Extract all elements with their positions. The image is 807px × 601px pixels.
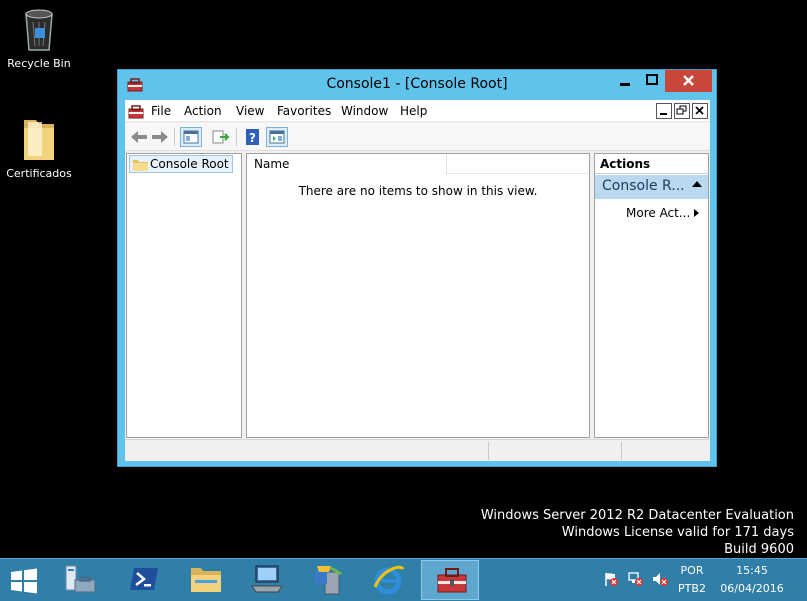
taskbar: POR PTB2 15:45 06/04/2016 [0, 558, 807, 601]
powershell-icon [130, 568, 158, 590]
sql-setup-icon [315, 566, 342, 595]
window-client-area: File Action View Favorites Window Help ?… [125, 100, 710, 461]
taskbar-powershell[interactable] [115, 560, 173, 600]
forward-arrow-icon [152, 131, 168, 143]
submenu-arrow-icon [694, 209, 699, 217]
child-minimize-button[interactable] [656, 103, 672, 119]
recycle-bin-label: Recycle Bin [7, 57, 71, 70]
actions-group-label: Console R... [602, 178, 685, 194]
taskbar-sql-setup[interactable] [298, 560, 356, 600]
toolbar: ? [125, 123, 710, 151]
console-window: Console1 - [Console Root] File Action Vi… [117, 69, 717, 467]
console-tree-pane: Console Root [126, 153, 242, 438]
status-bar [125, 439, 710, 461]
taskbar-mmc-console[interactable] [421, 560, 479, 600]
clock-date[interactable]: 06/04/2016 [718, 582, 786, 595]
svg-text:?: ? [249, 131, 256, 145]
menu-file[interactable]: File [151, 104, 171, 118]
result-list-pane: Name There are no items to show in this … [246, 153, 590, 438]
collapse-triangle-icon [692, 181, 702, 187]
more-actions-label: More Act... [626, 206, 691, 220]
minimize-icon [660, 113, 667, 115]
close-button[interactable] [665, 70, 712, 92]
status-divider [488, 442, 489, 460]
start-icon [11, 568, 37, 594]
taskbar-file-explorer[interactable] [176, 560, 234, 600]
back-arrow-icon [131, 131, 147, 143]
export-list-button[interactable] [210, 127, 232, 147]
keyboard-layout[interactable]: PTB2 [674, 582, 710, 595]
help-icon: ? [246, 129, 259, 145]
actions-pane: Actions Console R... More Act... [594, 153, 709, 438]
taskbar-remote-desktop[interactable] [237, 560, 295, 600]
maximize-button[interactable] [639, 70, 665, 92]
minimize-button[interactable] [611, 70, 639, 92]
recycle-bin-shortcut[interactable]: Recycle Bin [0, 4, 79, 70]
certificados-label: Certificados [6, 167, 72, 180]
menu-view[interactable]: View [236, 104, 264, 118]
maximize-icon [646, 74, 658, 85]
actions-header: Actions [595, 154, 708, 174]
taskbar-server-manager[interactable] [50, 560, 108, 600]
network-icon[interactable] [628, 571, 644, 590]
menu-window[interactable]: Window [341, 104, 388, 118]
action-center-flag-icon[interactable] [603, 571, 619, 590]
forward-button[interactable] [149, 127, 171, 147]
clock-time[interactable]: 15:45 [718, 564, 786, 577]
recycle-bin-icon [25, 9, 53, 51]
action-pane-icon [269, 130, 285, 144]
console-tree-icon [183, 130, 199, 144]
file-explorer-icon [191, 568, 221, 592]
back-button[interactable] [128, 127, 150, 147]
show-hide-action-pane-button[interactable] [266, 127, 288, 147]
show-hide-console-tree-button[interactable] [180, 127, 202, 147]
windows-watermark: Windows Server 2012 R2 Datacenter Evalua… [481, 507, 794, 558]
mmc-toolbox-icon [437, 568, 467, 593]
toolbar-separator [236, 128, 237, 146]
mmc-document-icon[interactable] [128, 103, 144, 122]
restore-icon [676, 105, 687, 115]
help-button[interactable]: ? [242, 127, 264, 147]
menu-action[interactable]: Action [184, 104, 222, 118]
folder-icon [133, 159, 148, 174]
certificados-folder-shortcut[interactable]: Certificados [0, 116, 79, 180]
remote-desktop-icon [251, 565, 283, 593]
column-header-name[interactable]: Name [247, 154, 447, 174]
column-header-label: Name [254, 157, 290, 171]
status-divider [621, 442, 622, 460]
close-icon [695, 106, 704, 115]
watermark-build: Build 9600 [724, 542, 794, 557]
column-header-filler [447, 154, 589, 174]
export-list-icon [212, 130, 230, 144]
volume-muted-icon[interactable] [652, 571, 668, 590]
close-icon [683, 75, 694, 86]
actions-group-console-root[interactable]: Console R... [595, 175, 708, 199]
tree-node-console-root[interactable]: Console Root [129, 155, 233, 173]
folder-icon [24, 120, 54, 160]
menu-favorites[interactable]: Favorites [277, 104, 331, 118]
empty-list-message: There are no items to show in this view. [298, 184, 538, 198]
menu-help[interactable]: Help [400, 104, 427, 118]
child-restore-button[interactable] [674, 103, 690, 119]
minimize-icon [620, 83, 630, 86]
title-bar[interactable]: Console1 - [Console Root] [118, 70, 716, 100]
taskbar-internet-explorer[interactable] [359, 560, 417, 600]
watermark-license: Windows License valid for 171 days [561, 525, 794, 540]
menu-bar: File Action View Favorites Window Help [125, 100, 710, 122]
child-close-button[interactable] [692, 103, 708, 119]
watermark-edition: Windows Server 2012 R2 Datacenter Evalua… [480, 508, 794, 523]
toolbar-separator [174, 128, 175, 146]
more-actions-item[interactable]: More Act... [626, 206, 699, 220]
server-manager-icon [65, 565, 96, 593]
input-language[interactable]: POR [674, 564, 710, 577]
tree-node-label: Console Root [150, 157, 229, 171]
internet-explorer-icon [373, 565, 405, 595]
